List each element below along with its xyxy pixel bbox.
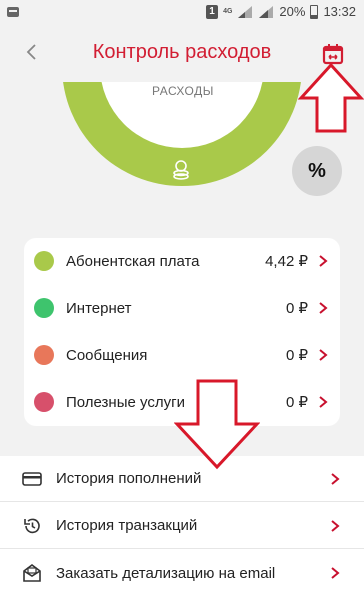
category-label: Интернет <box>66 299 132 317</box>
category-row-internet[interactable]: Интернет 0 ₽ <box>24 285 340 331</box>
category-row-messages[interactable]: Сообщения 0 ₽ <box>24 332 340 378</box>
category-label: Абонентская плата <box>66 252 200 270</box>
chevron-right-icon <box>331 567 340 579</box>
clock: 13:32 <box>323 4 356 19</box>
chevron-right-icon <box>319 349 328 361</box>
chevron-right-icon <box>331 519 340 532</box>
category-value: 0 ₽ <box>285 394 308 411</box>
chevron-right-icon <box>319 396 328 408</box>
category-color-dot <box>34 392 54 412</box>
donut-label: РАСХОДЫ <box>152 84 214 98</box>
transaction-history-item[interactable]: История транзакций <box>0 503 364 549</box>
arrow-up-annotation <box>297 62 364 139</box>
card-icon <box>22 471 42 486</box>
order-details-email-item[interactable]: Заказать детализацию на email <box>0 550 364 596</box>
history-icon <box>24 518 40 533</box>
status-bar: 1 4G 20% 13:32 <box>0 0 364 26</box>
arrow-down-annotation <box>173 378 261 475</box>
category-value: 4,42 ₽ <box>265 253 308 270</box>
category-row-subscription[interactable]: Абонентская плата 4,42 ₽ <box>24 238 340 284</box>
notification-icon <box>6 5 20 24</box>
battery-icon <box>310 4 319 19</box>
chevron-right-icon <box>331 472 340 485</box>
category-value: 0 ₽ <box>285 347 308 364</box>
signal-icon <box>237 5 253 19</box>
category-color-dot <box>34 345 54 365</box>
transaction-history-label: История транзакций <box>56 517 198 534</box>
chevron-right-icon <box>319 302 328 314</box>
chevron-right-icon <box>319 255 328 267</box>
sim-icon: 1 <box>206 4 219 19</box>
coins-icon <box>172 160 190 185</box>
order-details-email-label: Заказать детализацию на email <box>56 564 276 582</box>
percent-toggle-button[interactable]: % <box>292 146 342 196</box>
page-title: Контроль расходов <box>92 41 272 63</box>
network-type: 4G <box>223 8 233 15</box>
bottom-menu: История пополнений История транзакций За… <box>0 456 364 600</box>
category-color-dot <box>34 298 54 318</box>
signal-icon-2 <box>258 5 274 19</box>
mail-icon <box>23 564 41 582</box>
battery-percent: 20% <box>279 4 306 19</box>
category-label: Сообщения <box>66 346 148 364</box>
category-value: 0 ₽ <box>285 300 308 317</box>
category-color-dot <box>34 251 54 271</box>
